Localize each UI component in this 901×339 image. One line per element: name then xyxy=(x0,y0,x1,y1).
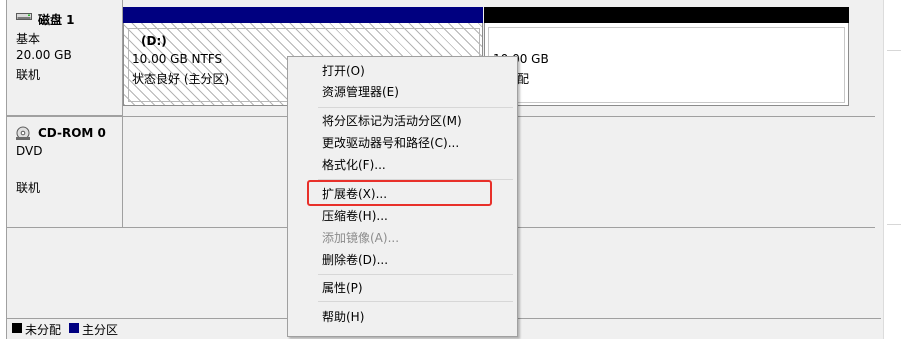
partition-d-size: 10.00 GB NTFS xyxy=(132,52,223,66)
disk1-type: 基本 xyxy=(16,32,41,46)
menu-item-delete-volume[interactable]: 删除卷(D)... xyxy=(322,250,388,270)
menu-item-help[interactable]: 帮助(H) xyxy=(322,307,364,327)
menu-item-properties[interactable]: 属性(P) xyxy=(322,278,363,298)
cdrom-icon xyxy=(16,126,30,140)
cdrom-status: 联机 xyxy=(16,181,41,195)
scrollbar-tick xyxy=(887,224,901,225)
menu-separator xyxy=(318,107,513,108)
extend-volume-highlight xyxy=(307,180,492,206)
menu-separator xyxy=(318,274,513,275)
menu-item-add-mirror: 添加镜像(A)... xyxy=(322,231,400,245)
partition-unallocated[interactable]: 10.00 GB 未分配 xyxy=(484,7,849,107)
menu-separator xyxy=(318,301,513,302)
menu-item-format[interactable]: 格式化(F)... xyxy=(322,155,386,175)
partition-d-label: (D:) xyxy=(141,34,167,48)
menu-item-explorer[interactable]: 资源管理器(E) xyxy=(322,82,399,102)
cdrom-name: CD-ROM 0 xyxy=(38,126,106,140)
disk1-label[interactable]: 磁盘 1 基本 20.00 GB 联机 xyxy=(7,0,123,116)
scrollbar-tick xyxy=(887,50,901,51)
legend-primary: 主分区 xyxy=(82,323,119,337)
partition-d-status: 状态良好 (主分区) xyxy=(132,72,230,86)
disk1-size: 20.00 GB xyxy=(16,48,72,62)
partition-d-bar xyxy=(123,7,483,23)
legend-unallocated: 未分配 xyxy=(25,323,62,337)
legend-swatch-primary xyxy=(69,323,79,333)
disk1-status: 联机 xyxy=(16,68,41,82)
menu-item-mark-active[interactable]: 将分区标记为活动分区(M) xyxy=(322,111,462,131)
menu-item-shrink-volume[interactable]: 压缩卷(H)... xyxy=(322,206,388,226)
hard-disk-icon xyxy=(16,13,32,20)
partition-unallocated-body[interactable]: 10.00 GB 未分配 xyxy=(484,23,849,106)
partition-unallocated-bar xyxy=(484,7,849,23)
cdrom-type: DVD xyxy=(16,144,43,158)
partition-unallocated-inner: 10.00 GB 未分配 xyxy=(488,27,845,103)
disk1-name: 磁盘 1 xyxy=(38,13,75,27)
cdrom-label[interactable]: CD-ROM 0 DVD 联机 xyxy=(7,116,123,228)
menu-item-change-drive-letter[interactable]: 更改驱动器号和路径(C)... xyxy=(322,133,459,153)
legend-swatch-unallocated xyxy=(12,323,22,333)
menu-item-open[interactable]: 打开(O) xyxy=(322,61,365,81)
